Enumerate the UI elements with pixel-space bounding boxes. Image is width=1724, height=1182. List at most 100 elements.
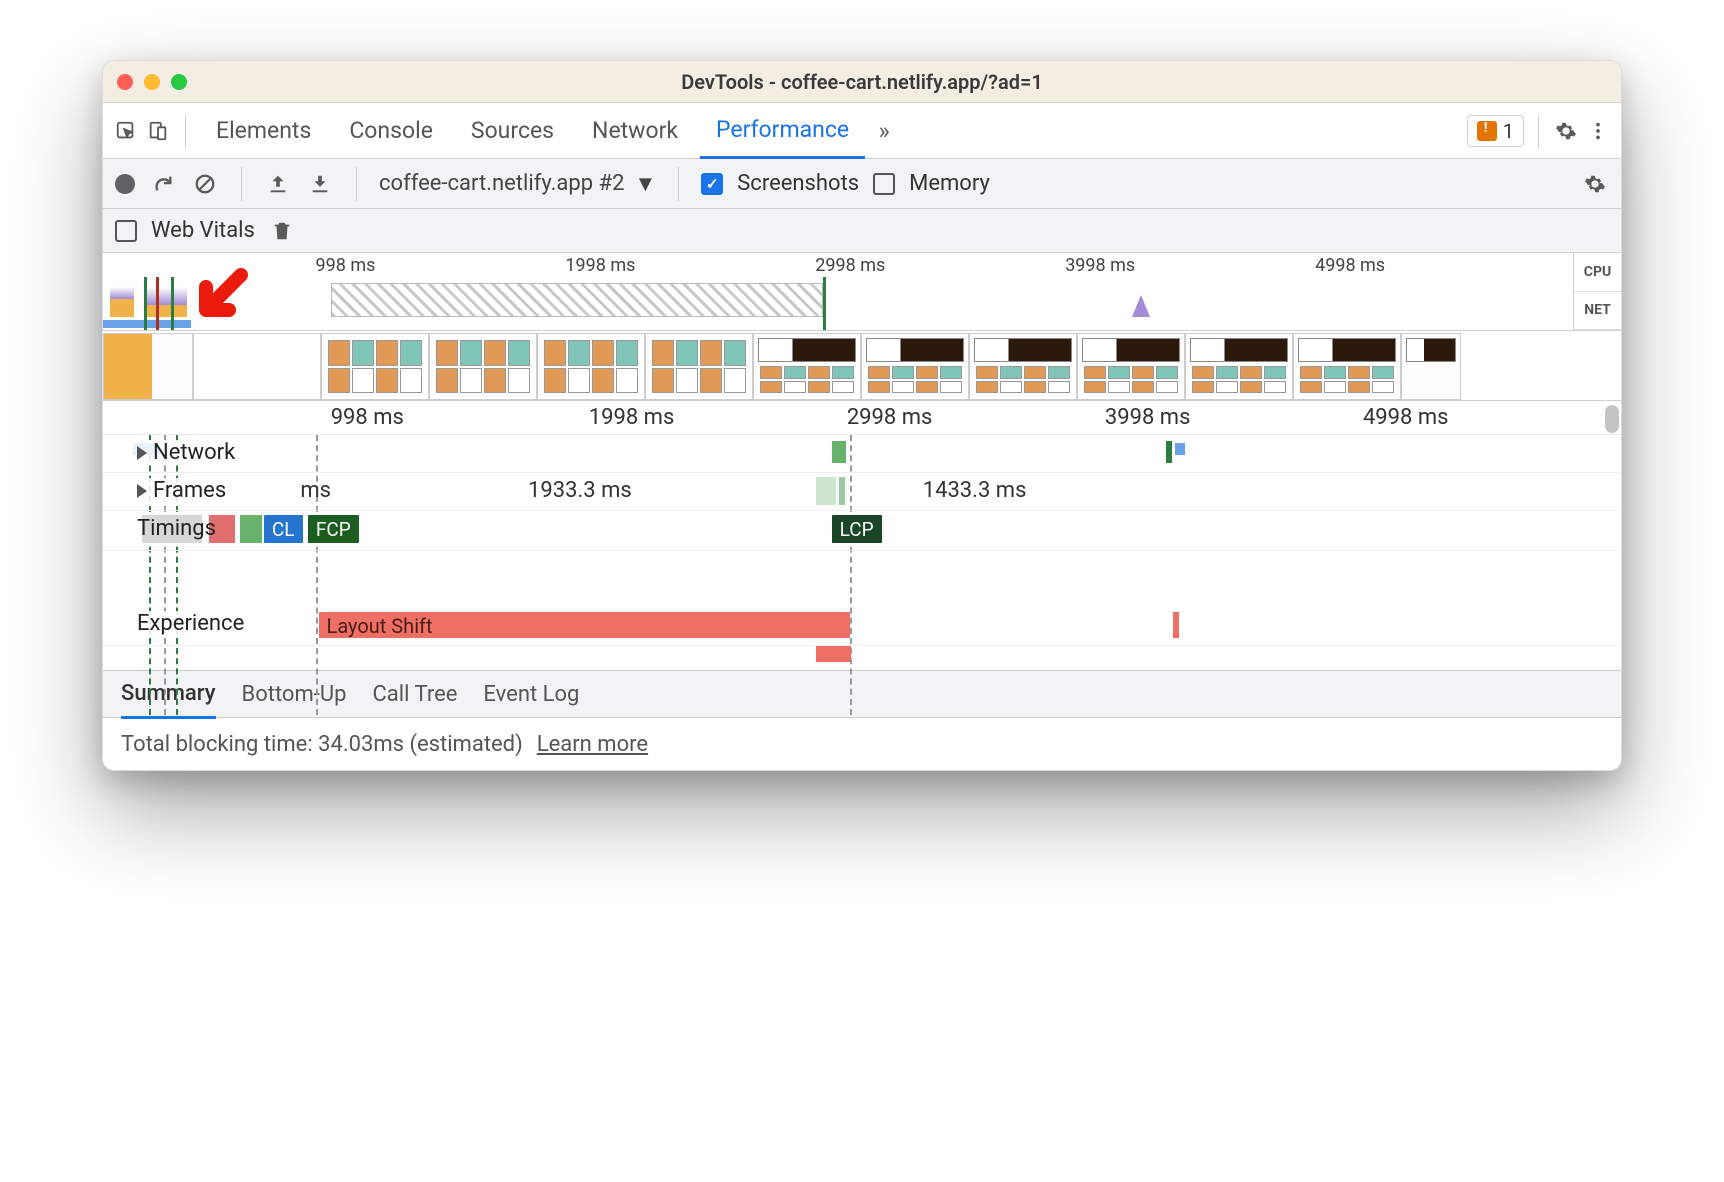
cpu-label: CPU bbox=[1574, 253, 1621, 292]
reload-icon[interactable] bbox=[149, 170, 177, 198]
devtools-window: DevTools - coffee-cart.netlify.app/?ad=1… bbox=[102, 60, 1622, 771]
overview-pane[interactable]: 998 ms 1998 ms 2998 ms 3998 ms 4998 ms C… bbox=[103, 253, 1621, 331]
filmstrip-frame[interactable] bbox=[753, 333, 861, 400]
network-track-header[interactable]: Network bbox=[133, 440, 239, 465]
filmstrip-frame[interactable] bbox=[103, 333, 193, 400]
fcp-badge[interactable]: FCP bbox=[308, 515, 359, 543]
filmstrip-frame[interactable] bbox=[1401, 333, 1461, 400]
track-spacer bbox=[103, 551, 1621, 606]
experience-track[interactable]: Experience Layout Shift bbox=[103, 606, 1621, 646]
timings-track[interactable]: Timings CL FCP LCP bbox=[103, 511, 1621, 551]
experience-track-header[interactable]: Experience bbox=[133, 611, 248, 636]
clear-icon[interactable] bbox=[191, 170, 219, 198]
tab-sources[interactable]: Sources bbox=[455, 103, 570, 159]
profile-selector[interactable]: coffee-cart.netlify.app #2 ▼ bbox=[379, 171, 656, 197]
separator bbox=[356, 167, 357, 201]
screenshot-filmstrip[interactable] bbox=[103, 331, 1621, 401]
window-title: DevTools - coffee-cart.netlify.app/?ad=1 bbox=[103, 70, 1621, 94]
filmstrip-frame[interactable] bbox=[429, 333, 537, 400]
lcp-badge[interactable]: LCP bbox=[832, 515, 882, 543]
frame-bar[interactable] bbox=[839, 477, 845, 505]
marker-line bbox=[171, 277, 174, 330]
network-track[interactable]: Network bbox=[103, 435, 1621, 473]
more-tabs-icon[interactable]: » bbox=[871, 118, 897, 144]
filmstrip-frame[interactable] bbox=[321, 333, 429, 400]
separator bbox=[1538, 114, 1539, 148]
tab-elements[interactable]: Elements bbox=[200, 103, 327, 159]
memory-label: Memory bbox=[909, 171, 990, 196]
profile-name: coffee-cart.netlify.app #2 bbox=[379, 171, 624, 196]
upload-icon[interactable] bbox=[264, 170, 292, 198]
learn-more-link[interactable]: Learn more bbox=[537, 732, 648, 757]
separator bbox=[678, 167, 679, 201]
traffic-lights bbox=[117, 74, 187, 90]
filmstrip-frame[interactable] bbox=[193, 333, 321, 400]
filmstrip-frame[interactable] bbox=[969, 333, 1077, 400]
tab-network[interactable]: Network bbox=[576, 103, 694, 159]
settings-icon[interactable] bbox=[1553, 118, 1579, 144]
cpu-peak bbox=[110, 287, 134, 317]
kebab-menu-icon[interactable] bbox=[1585, 118, 1611, 144]
cpu-peak bbox=[147, 287, 187, 317]
minimize-window-button[interactable] bbox=[144, 74, 160, 90]
window-titlebar: DevTools - coffee-cart.netlify.app/?ad=1 bbox=[103, 61, 1621, 103]
ruler-tick: 4998 ms bbox=[1363, 405, 1449, 430]
ruler-tick: 2998 ms bbox=[847, 405, 933, 430]
issues-badge[interactable]: 1 bbox=[1467, 115, 1524, 147]
filmstrip-frame[interactable] bbox=[1185, 333, 1293, 400]
tab-bottom-up[interactable]: Bottom-Up bbox=[242, 670, 347, 718]
layout-shift-bar[interactable] bbox=[1173, 612, 1179, 638]
capture-settings-icon[interactable] bbox=[1581, 170, 1609, 198]
overview-side-labels: CPU NET bbox=[1573, 253, 1621, 330]
marker-line bbox=[823, 277, 826, 330]
filmstrip-frame[interactable] bbox=[537, 333, 645, 400]
screenshots-checkbox[interactable] bbox=[701, 173, 723, 195]
tab-event-log[interactable]: Event Log bbox=[483, 670, 579, 718]
trash-icon[interactable] bbox=[269, 218, 295, 244]
chevron-down-icon: ▼ bbox=[634, 171, 656, 197]
frames-track[interactable]: Frames ms 1933.3 ms 1433.3 ms bbox=[103, 473, 1621, 511]
screenshots-label: Screenshots bbox=[737, 171, 859, 196]
device-toggle-icon[interactable] bbox=[145, 118, 171, 144]
separator bbox=[185, 114, 186, 148]
scrollbar-thumb[interactable] bbox=[1605, 405, 1619, 433]
record-button[interactable] bbox=[115, 174, 135, 194]
ruler-tick: 1998 ms bbox=[589, 405, 675, 430]
main-tabbar: Elements Console Sources Network Perform… bbox=[103, 103, 1621, 159]
tab-call-tree[interactable]: Call Tree bbox=[372, 670, 457, 718]
maximize-window-button[interactable] bbox=[171, 74, 187, 90]
filmstrip-frame[interactable] bbox=[1077, 333, 1185, 400]
close-window-button[interactable] bbox=[117, 74, 133, 90]
tab-performance[interactable]: Performance bbox=[700, 103, 865, 159]
details-tabbar: Summary Bottom-Up Call Tree Event Log bbox=[103, 670, 1621, 718]
layout-shift-bar[interactable] bbox=[816, 646, 851, 662]
network-request-bar[interactable] bbox=[1166, 441, 1172, 463]
inspect-icon[interactable] bbox=[113, 118, 139, 144]
network-request-bar[interactable] bbox=[1175, 443, 1185, 455]
ruler-tick: 998 ms bbox=[316, 255, 376, 276]
tab-summary[interactable]: Summary bbox=[121, 671, 216, 719]
filmstrip-frame[interactable] bbox=[1293, 333, 1401, 400]
flame-chart-area[interactable]: 998 ms 1998 ms 2998 ms 3998 ms 4998 ms N… bbox=[103, 401, 1621, 670]
warning-icon bbox=[1477, 121, 1497, 141]
perf-toolbar-2: Web Vitals bbox=[103, 209, 1621, 253]
summary-pane: Total blocking time: 34.03ms (estimated)… bbox=[103, 718, 1621, 770]
frames-track-header[interactable]: Frames bbox=[133, 478, 230, 503]
filmstrip-frame[interactable] bbox=[861, 333, 969, 400]
overview-graph[interactable] bbox=[103, 277, 1573, 330]
experience-track-row2[interactable] bbox=[103, 646, 1621, 670]
frame-bar[interactable] bbox=[816, 477, 836, 505]
ruler-tick: 2998 ms bbox=[815, 255, 885, 276]
download-icon[interactable] bbox=[306, 170, 334, 198]
memory-checkbox[interactable] bbox=[873, 173, 895, 195]
cls-badge[interactable]: CL bbox=[264, 515, 303, 543]
filmstrip-frame[interactable] bbox=[645, 333, 753, 400]
ruler-tick: 1998 ms bbox=[565, 255, 635, 276]
network-request-bar[interactable] bbox=[832, 441, 846, 463]
web-vitals-checkbox[interactable] bbox=[115, 220, 137, 242]
ruler-tick: 998 ms bbox=[331, 405, 404, 430]
tab-console[interactable]: Console bbox=[333, 103, 449, 159]
layout-shift-bar[interactable]: Layout Shift bbox=[319, 612, 850, 638]
net-label: NET bbox=[1574, 292, 1621, 331]
timings-track-header[interactable]: Timings bbox=[133, 516, 220, 541]
